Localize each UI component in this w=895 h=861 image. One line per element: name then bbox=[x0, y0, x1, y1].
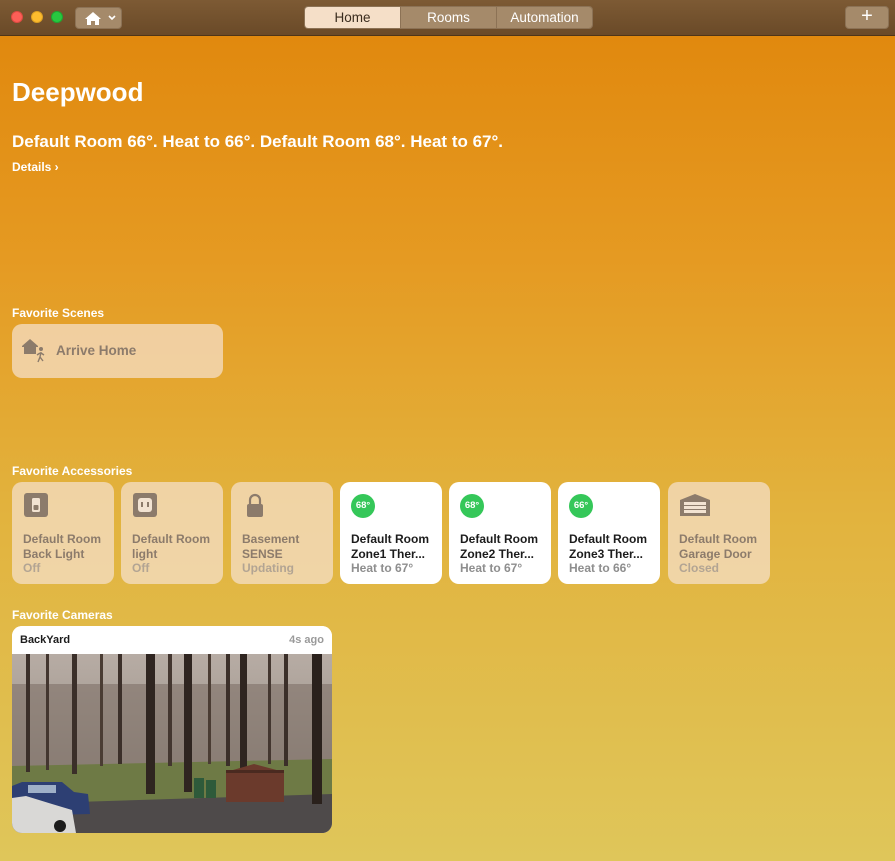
thermostat-temperature-badge: 66° bbox=[569, 494, 593, 518]
light-switch-icon bbox=[24, 493, 48, 517]
camera-header: BackYard 4s ago bbox=[12, 626, 332, 654]
favorite-cameras-label: Favorite Cameras bbox=[12, 608, 113, 622]
camera-name: BackYard bbox=[20, 634, 71, 646]
accessory-name: Basement SENSE bbox=[242, 532, 300, 561]
home-title: Deepwood bbox=[12, 77, 144, 107]
home-status-summary: Default Room 66°. Heat to 66°. Default R… bbox=[12, 132, 504, 151]
zoom-window-button[interactable] bbox=[51, 11, 63, 23]
accessory-tile-zone2-thermostat[interactable]: 68° Default Room Zone2 Ther... Heat to 6… bbox=[449, 482, 551, 584]
view-tabs: Home Rooms Automation bbox=[304, 6, 593, 29]
camera-timestamp: 4s ago bbox=[289, 634, 324, 646]
accessory-tile-zone1-thermostat[interactable]: 68° Default Room Zone1 Ther... Heat to 6… bbox=[340, 482, 442, 584]
accessory-status: Updating bbox=[242, 561, 294, 575]
thermostat-temperature-badge: 68° bbox=[460, 494, 484, 518]
tab-rooms[interactable]: Rooms bbox=[401, 7, 497, 28]
accessory-tile-basement-sense[interactable]: Basement SENSE Updating bbox=[231, 482, 333, 584]
accessory-status: Heat to 67° bbox=[351, 561, 414, 575]
home-picker-button[interactable] bbox=[75, 7, 122, 29]
tab-automation[interactable]: Automation bbox=[497, 7, 592, 28]
favorite-scenes-label: Favorite Scenes bbox=[12, 306, 105, 320]
title-bar: Home Rooms Automation + bbox=[0, 0, 895, 36]
favorite-accessories-label: Favorite Accessories bbox=[12, 464, 133, 478]
chevron-down-icon bbox=[108, 15, 116, 21]
accessory-name: Default Room Zone3 Ther... bbox=[569, 532, 647, 561]
accessory-name: Default Room light bbox=[132, 532, 210, 561]
tab-home[interactable]: Home bbox=[305, 7, 401, 28]
scene-label: Arrive Home bbox=[56, 343, 137, 358]
accessory-status: Off bbox=[132, 561, 150, 575]
accessory-name: Default Room Zone1 Ther... bbox=[351, 532, 429, 561]
accessory-tile-garage-door[interactable]: Default Room Garage Door Closed bbox=[668, 482, 770, 584]
house-icon bbox=[85, 12, 101, 25]
close-window-button[interactable] bbox=[11, 11, 23, 23]
lock-icon bbox=[247, 493, 263, 517]
add-button[interactable]: + bbox=[845, 6, 889, 29]
accessory-name: Default Room Back Light bbox=[23, 532, 101, 561]
camera-tile-backyard[interactable]: BackYard 4s ago bbox=[12, 626, 332, 833]
accessory-name: Default Room Zone2 Ther... bbox=[460, 532, 538, 561]
outlet-icon bbox=[133, 493, 157, 517]
thermostat-temperature-badge: 68° bbox=[351, 494, 375, 518]
accessory-status: Heat to 66° bbox=[569, 561, 632, 575]
scene-tile-arrive-home[interactable]: Arrive Home bbox=[12, 324, 223, 378]
accessory-status: Heat to 67° bbox=[460, 561, 523, 575]
minimize-window-button[interactable] bbox=[31, 11, 43, 23]
accessory-tile-back-light[interactable]: Default Room Back Light Off bbox=[12, 482, 114, 584]
camera-snapshot-image bbox=[12, 654, 332, 833]
accessory-tile-light[interactable]: Default Room light Off bbox=[121, 482, 223, 584]
accessory-tile-zone3-thermostat[interactable]: 66° Default Room Zone3 Ther... Heat to 6… bbox=[558, 482, 660, 584]
details-link[interactable]: Details › bbox=[12, 160, 59, 174]
arrive-home-icon bbox=[22, 339, 45, 363]
accessory-status: Closed bbox=[679, 561, 720, 575]
accessory-status: Off bbox=[23, 561, 41, 575]
garage-door-icon bbox=[680, 494, 710, 516]
accessory-name: Default Room Garage Door bbox=[679, 532, 757, 561]
